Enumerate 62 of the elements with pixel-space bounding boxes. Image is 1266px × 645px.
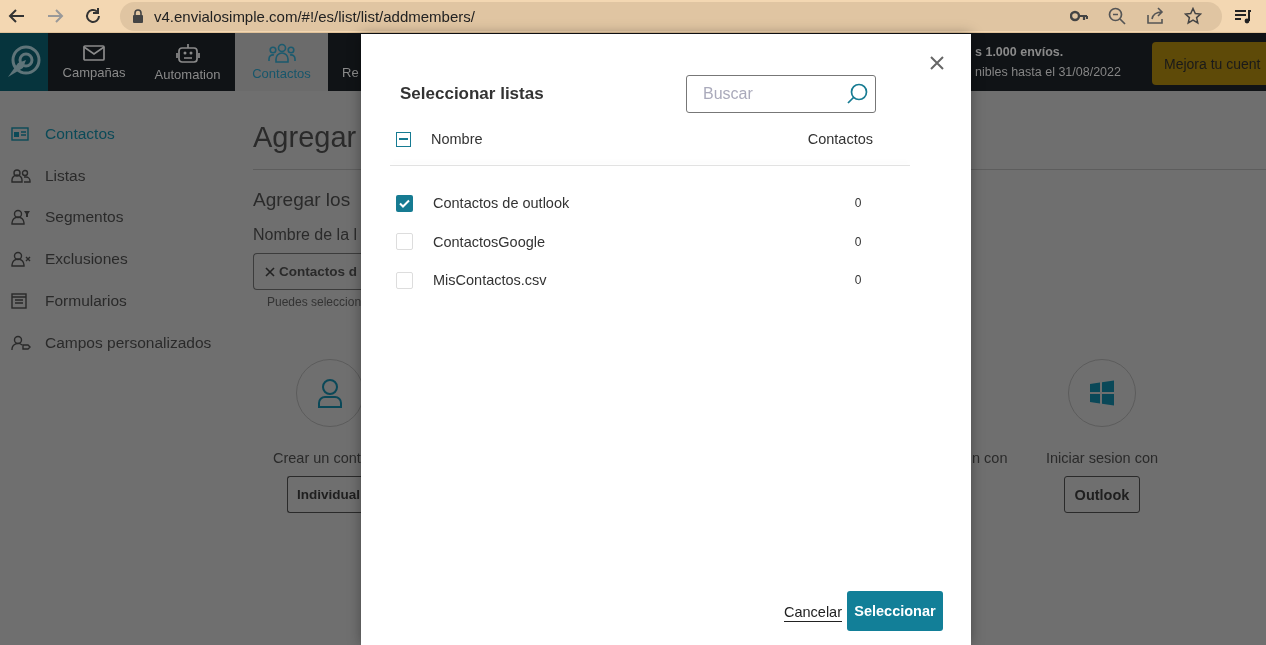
zoom-out-icon[interactable] <box>1108 7 1126 25</box>
check-icon <box>399 198 410 208</box>
target-icon <box>6 44 42 80</box>
column-header: Nombre <box>431 131 484 147</box>
star-icon[interactable] <box>1184 7 1202 25</box>
upgrade-button[interactable]: Mejora tu cuent <box>1152 42 1266 85</box>
checkbox[interactable] <box>396 194 413 212</box>
contact-count: 0 <box>853 196 863 211</box>
address-bar[interactable]: v4.envialosimple.com/#!/es/list/list/addmembers/ <box>120 1 1222 31</box>
sidebar-item[interactable]: Segmentos <box>0 196 253 239</box>
list-name: Contactos de outlook <box>433 195 571 212</box>
checkbox[interactable] <box>396 131 411 147</box>
person-cross-icon <box>11 251 31 268</box>
field-label: Nombre de la l <box>253 226 358 244</box>
windows-icon <box>1089 380 1115 406</box>
people-icon <box>267 43 296 63</box>
reload-icon[interactable] <box>84 7 102 25</box>
list-name: MisContactos.csv <box>433 272 548 289</box>
search-field[interactable]: Buscar <box>686 75 876 113</box>
cancel-link[interactable]: Cancelar <box>783 604 842 622</box>
remove-icon <box>265 266 275 277</box>
contact-count: 0 <box>853 273 863 288</box>
modal-title: Seleccionar listas <box>400 84 544 104</box>
lock-icon <box>132 9 144 23</box>
sidebar-item[interactable]: Contactos <box>0 113 253 155</box>
select-button[interactable]: Seleccionar <box>847 591 943 631</box>
person-tag-icon <box>11 334 31 351</box>
person-filter-icon <box>11 209 31 226</box>
notice-text: nibles hasta el 31/08/2022 <box>975 64 1122 81</box>
sidebar-item[interactable]: Formularios <box>0 280 253 322</box>
back-icon[interactable] <box>8 7 26 25</box>
list-name: ContactosGoogle <box>433 233 547 250</box>
sidebar-item[interactable]: Campos personalizados <box>0 322 253 364</box>
media-list-icon[interactable] <box>1234 8 1252 24</box>
nav-tab[interactable]: Automation <box>140 33 235 91</box>
person-icon <box>317 378 343 408</box>
sidebar-item[interactable]: Exclusiones <box>0 238 253 281</box>
card-caption: n con <box>972 450 1008 466</box>
nav-tab[interactable]: Campañas <box>48 33 140 91</box>
people-icon <box>11 168 31 183</box>
form-icon <box>11 293 27 310</box>
envelope-icon <box>83 44 105 62</box>
close-icon[interactable] <box>930 56 944 70</box>
robot-icon <box>175 42 200 64</box>
search-icon[interactable] <box>846 83 868 105</box>
nav-tab[interactable]: Contactos <box>235 33 328 91</box>
contact-count: 0 <box>853 234 863 249</box>
column-header: Contactos <box>807 131 873 147</box>
hint-text: Puedes seleccion <box>267 295 362 309</box>
sidebar-item[interactable]: Listas <box>0 154 253 197</box>
notice-text: s 1.000 envíos. <box>975 44 1065 61</box>
logo-icon[interactable] <box>0 33 48 91</box>
url-text: v4.envialosimple.com/#!/es/list/list/addmembers/ <box>154 7 476 25</box>
nav-tab[interactable]: Re <box>328 33 361 91</box>
card-caption: Iniciar sesion con <box>1046 450 1158 466</box>
id-card-icon <box>11 126 29 141</box>
share-icon[interactable] <box>1146 7 1164 25</box>
card-button[interactable]: Outlook <box>1063 476 1141 513</box>
page-title: Agregar <box>253 121 357 155</box>
card-caption: Crear un cont <box>273 450 361 466</box>
key-icon[interactable] <box>1070 10 1088 22</box>
section-title: Agregar los <box>253 189 351 211</box>
